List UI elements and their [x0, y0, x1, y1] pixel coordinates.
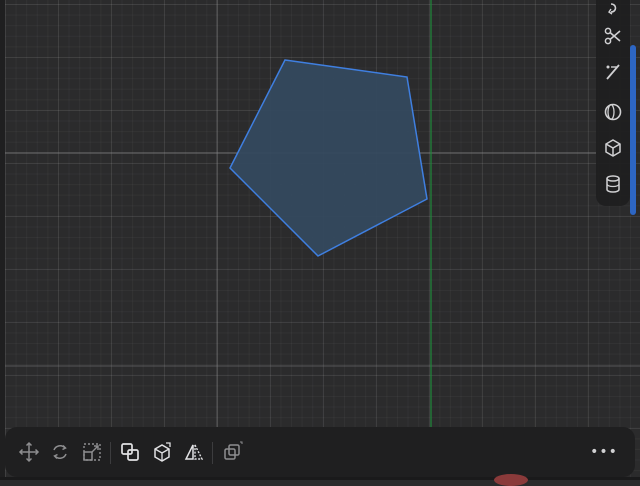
bottom-toolbar: •••	[5, 427, 635, 477]
rotate-arrows-icon	[53, 444, 67, 460]
cube-icon	[605, 139, 621, 157]
scissors-icon	[604, 27, 621, 45]
pen-tool-button[interactable]	[596, 57, 630, 87]
cylinder-tool-button[interactable]	[596, 169, 630, 199]
duplicate-icon	[224, 441, 243, 460]
pentagon-shape[interactable]	[229, 59, 428, 257]
move-tool-button[interactable]	[14, 437, 44, 467]
curve-arrow-icon	[608, 3, 617, 15]
mirror-tool-button[interactable]	[179, 437, 209, 467]
more-options-button[interactable]: •••	[587, 439, 621, 465]
rotate-tool-button[interactable]	[45, 437, 75, 467]
extrude-cube-icon	[154, 442, 171, 462]
right-tool-panel	[596, 0, 630, 206]
toolbar-divider	[212, 442, 213, 464]
scissors-tool-button[interactable]	[596, 21, 630, 51]
scale-box-icon	[83, 443, 101, 461]
sphere-icon	[604, 103, 622, 121]
selection-accent-bar	[630, 45, 636, 215]
mirror-icon	[184, 444, 204, 460]
cylinder-icon	[606, 175, 620, 193]
pen-tool-icon	[606, 64, 620, 80]
viewport-scene	[5, 0, 640, 427]
duplicate-tool-button[interactable]	[217, 437, 247, 467]
more-options-label: •••	[590, 444, 618, 460]
cube-tool-button[interactable]	[596, 133, 630, 163]
left-edge-strip	[0, 0, 5, 480]
boolean-union-icon	[121, 443, 139, 461]
sphere-tool-button[interactable]	[596, 97, 630, 127]
toolbar-divider	[110, 442, 111, 464]
move-arrows-icon	[18, 441, 40, 463]
scale-tool-button[interactable]	[77, 437, 107, 467]
boolean-tool-button[interactable]	[115, 437, 145, 467]
3d-viewport[interactable]	[0, 0, 640, 480]
home-indicator	[494, 474, 528, 486]
extrude-tool-button[interactable]	[147, 437, 177, 467]
